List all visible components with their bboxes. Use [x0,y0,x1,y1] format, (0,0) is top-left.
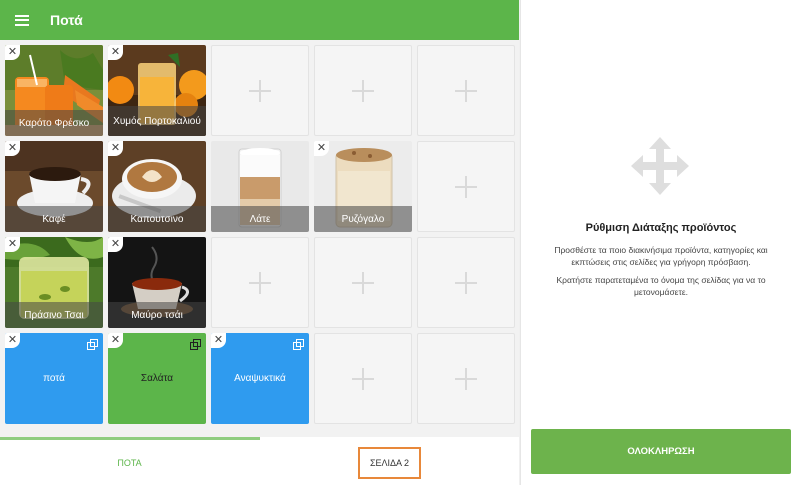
product-label: Καφέ [5,206,103,232]
category-stack-icon [293,339,304,350]
add-icon [352,367,374,390]
product-tile-green-tea[interactable]: Πράσινο Τσαι ✕ [5,237,103,328]
product-tile-cappuccino[interactable]: Καπουτσινο ✕ [108,141,206,232]
add-icon [352,271,374,294]
empty-slot[interactable] [417,141,515,232]
product-label: Καπουτσινο [108,206,206,232]
app-bar: Ποτά [0,0,519,40]
tab-page-1[interactable]: ΠΟΤΑ [0,440,259,485]
product-tile-latte[interactable]: Λάτε [211,141,309,232]
empty-slot[interactable] [417,45,515,136]
empty-slot[interactable] [211,237,309,328]
empty-slot[interactable] [417,333,515,424]
info-panel: Ρύθμιση Διάταξης προϊόντος Προσθέστε τα … [520,0,800,485]
product-label: Χυμός Πορτοκαλιού [108,106,206,136]
product-label: Μαύρο τσάι [108,302,206,328]
add-icon [352,79,374,102]
tab-page-2-label: ΣΕΛΙΔΑ 2 [357,446,422,479]
category-label: ποτά [43,373,65,384]
product-grid: Καρότο Φρέσκο ✕ Χυμός Πορτοκαλιού ✕ Καφέ… [0,40,519,437]
panel-description: Προσθέστε τα ποιο διακινήσιμα προϊόντα, … [554,245,768,267]
remove-icon[interactable]: ✕ [211,333,226,348]
empty-slot[interactable] [211,45,309,136]
product-label: Πράσινο Τσαι [5,302,103,328]
done-button[interactable]: ΟΛΟΚΛΗΡΩΣΗ [531,429,791,474]
page-title: Ποτά [50,12,83,28]
add-icon [249,79,271,102]
hamburger-menu-icon [15,14,29,26]
product-label: Καρότο Φρέσκο [5,110,103,136]
category-tile-drinks[interactable]: ποτά ✕ [5,333,103,424]
product-tile-orange-juice[interactable]: Χυμός Πορτοκαλιού ✕ [108,45,206,136]
panel-hint: Κρατήστε παρατεταμένα το όνομα της σελίδ… [556,275,766,297]
menu-button[interactable] [0,0,44,40]
category-stack-icon [190,339,201,350]
add-icon [455,271,477,294]
product-tile-coffee[interactable]: Καφέ ✕ [5,141,103,232]
product-tile-carrot-juice[interactable]: Καρότο Φρέσκο ✕ [5,45,103,136]
category-label: Σαλάτα [140,373,174,384]
remove-icon[interactable]: ✕ [108,333,123,348]
product-label: Ρυζόγαλο [314,206,412,232]
category-tile-salad[interactable]: Σαλάτα ✕ [108,333,206,424]
product-tile-black-tea[interactable]: Μαύρο τσάι ✕ [108,237,206,328]
product-tile-rice-pudding[interactable]: Ρυζόγαλο ✕ [314,141,412,232]
add-icon [455,79,477,102]
add-icon [455,367,477,390]
add-icon [455,175,477,198]
remove-icon[interactable]: ✕ [5,333,20,348]
category-tile-soft-drinks[interactable]: Αναψυκτικά ✕ [211,333,309,424]
page-tabs: ΠΟΤΑ ΣΕΛΙΔΑ 2 [0,437,519,485]
tab-page-2[interactable]: ΣΕΛΙΔΑ 2 [260,440,519,485]
category-label: Αναψυκτικά [234,373,286,384]
empty-slot[interactable] [314,333,412,424]
layout-editor-pane: Ποτά Καρότο Φρέσκο ✕ Χυμός Πορτοκαλιού ✕… [0,0,519,485]
product-label: Λάτε [211,206,309,232]
add-icon [249,271,271,294]
panel-title: Ρύθμιση Διάταξης προϊόντος [585,222,737,234]
empty-slot[interactable] [314,45,412,136]
category-stack-icon [87,339,98,350]
empty-slot[interactable] [417,237,515,328]
move-arrows-icon [631,137,689,195]
empty-slot[interactable] [314,237,412,328]
